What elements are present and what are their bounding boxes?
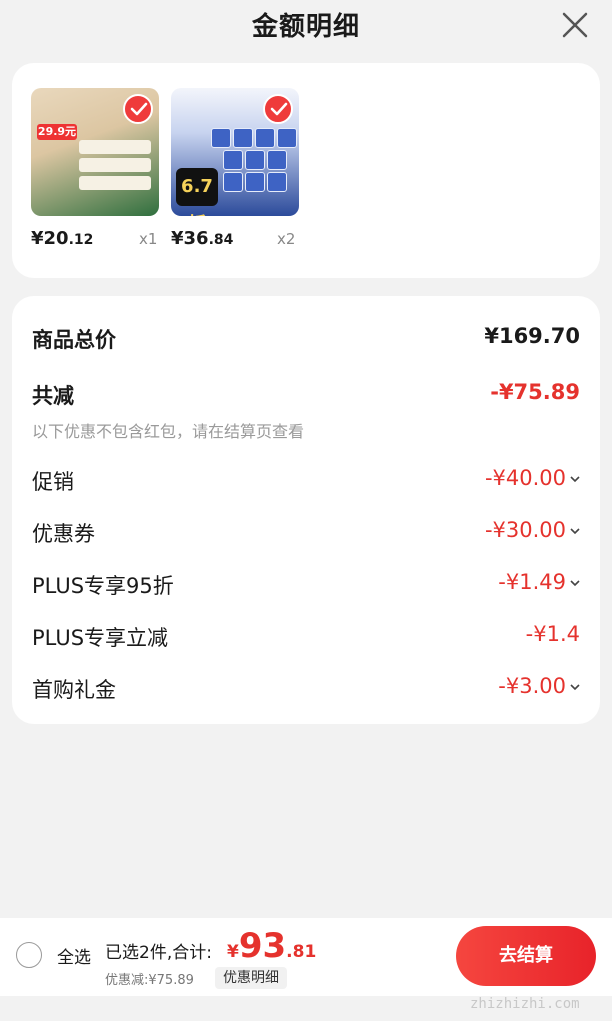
select-all-label[interactable]: 全选 — [57, 943, 91, 968]
first-purchase-label: 首购礼金 — [32, 678, 116, 702]
product-quantity: x1 — [139, 230, 158, 248]
checked-icon[interactable] — [123, 94, 153, 124]
plus-discount-value: -¥1.49 — [498, 570, 566, 594]
products-card: 29.9元 ¥20.12 x1 6.7 ¥36.84 x2 — [12, 63, 600, 278]
checked-icon[interactable] — [263, 94, 293, 124]
product-image[interactable]: 29.9元 — [31, 88, 159, 216]
coupon-label: 优惠券 — [32, 522, 95, 546]
select-all-radio[interactable] — [16, 942, 42, 968]
price-tag-badge: 29.9元 — [37, 124, 77, 140]
header: 金额明细 — [0, 0, 612, 52]
coupon-row[interactable]: 优惠券 -¥30.00 — [32, 518, 580, 548]
checkout-bar: 全选 已选2件,合计: ¥93.81 优惠减:¥75.89 优惠明细 去结算 — [0, 918, 612, 996]
total-reduce-row: 共减 -¥75.89 — [32, 380, 580, 410]
total-amount: ¥93.81 — [227, 926, 317, 966]
promo-label: 促销 — [32, 470, 74, 494]
chevron-down-icon[interactable] — [570, 518, 580, 542]
total-price-label: 商品总价 — [32, 328, 116, 352]
promo-value: -¥40.00 — [484, 466, 566, 490]
plus-reduce-value: -¥1.4 — [525, 622, 580, 646]
product-quantity: x2 — [277, 230, 296, 248]
first-purchase-row[interactable]: 首购礼金 -¥3.00 — [32, 674, 580, 704]
discount-badge: 6.7折 — [176, 168, 218, 216]
total-reduce-value: -¥75.89 — [490, 380, 580, 404]
plus-discount-label: PLUS专享95折 — [32, 574, 174, 598]
discount-summary: 优惠减:¥75.89 — [105, 973, 194, 988]
first-purchase-value: -¥3.00 — [498, 674, 566, 698]
product-price: ¥20.12 — [31, 228, 94, 249]
product-image[interactable]: 6.7折 — [171, 88, 299, 216]
chevron-down-icon[interactable] — [570, 674, 580, 698]
chevron-down-icon[interactable] — [570, 466, 580, 490]
product-price: ¥36.84 — [171, 228, 234, 249]
selected-info: 已选2件,合计: — [105, 943, 212, 963]
product-item[interactable]: 29.9元 ¥20.12 x1 — [31, 88, 159, 258]
watermark: zhizhizhi.com — [470, 996, 580, 1012]
total-price-row: 商品总价 ¥169.70 — [32, 324, 580, 354]
amount-detail-page: 金额明细 29.9元 ¥20.12 x1 6.7 ¥36.84 x2 商品总价 … — [0, 0, 612, 1021]
discount-detail-button[interactable]: 优惠明细 — [215, 967, 287, 989]
price-detail-card: 商品总价 ¥169.70 共减 -¥75.89 以下优惠不包含红包，请在结算页查… — [12, 296, 600, 724]
chevron-down-icon[interactable] — [570, 570, 580, 594]
plus-discount-row[interactable]: PLUS专享95折 -¥1.49 — [32, 570, 580, 600]
product-item[interactable]: 6.7折 ¥36.84 x2 — [171, 88, 299, 258]
total-reduce-label: 共减 — [32, 384, 74, 408]
plus-reduce-label: PLUS专享立减 — [32, 626, 169, 650]
promo-row[interactable]: 促销 -¥40.00 — [32, 466, 580, 496]
plus-reduce-row: PLUS专享立减 -¥1.4 — [32, 622, 580, 652]
total-price-value: ¥169.70 — [484, 324, 580, 348]
close-icon[interactable] — [560, 10, 590, 40]
checkout-button[interactable]: 去结算 — [456, 926, 596, 986]
page-title: 金额明细 — [251, 12, 360, 42]
discount-note: 以下优惠不包含红包，请在结算页查看 — [32, 422, 305, 441]
coupon-value: -¥30.00 — [484, 518, 566, 542]
